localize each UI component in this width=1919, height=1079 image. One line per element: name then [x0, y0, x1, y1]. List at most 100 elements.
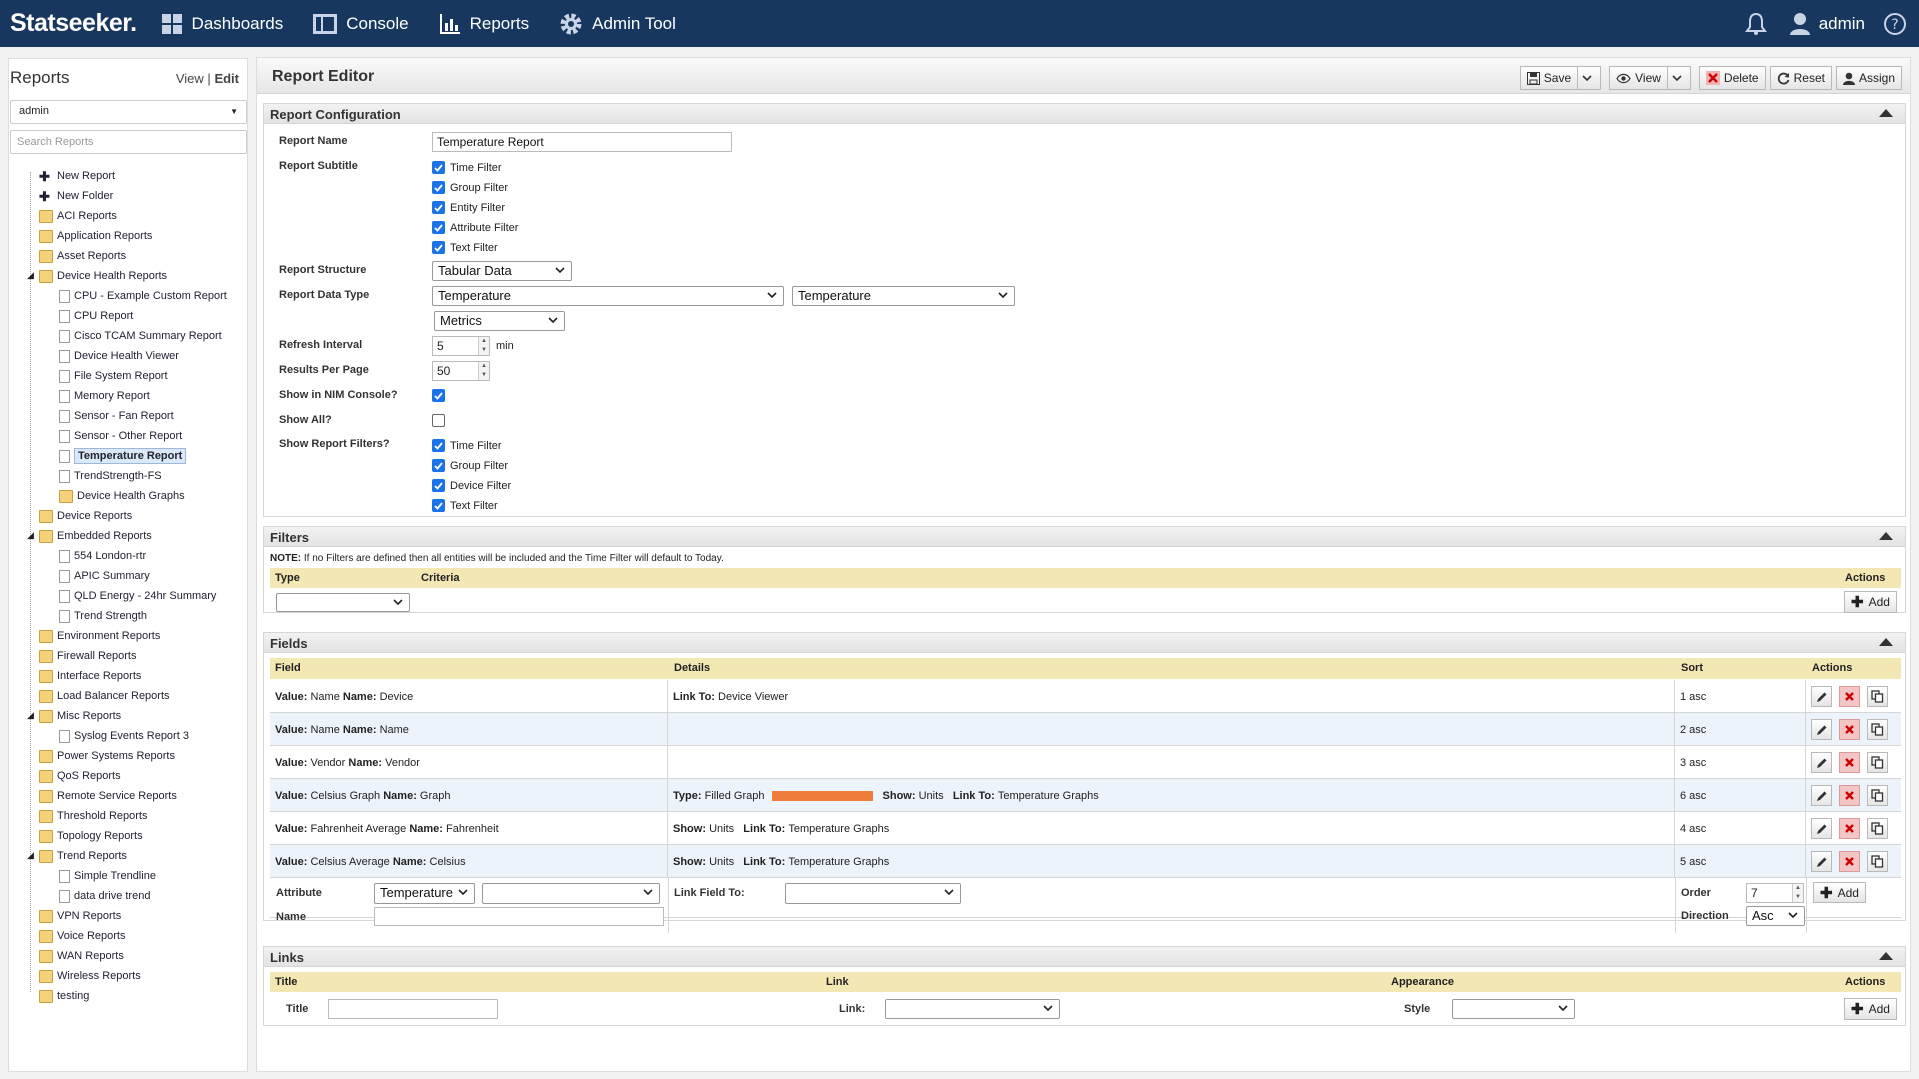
add-filter-button[interactable]: ✚ Add: [1844, 591, 1897, 613]
save-button[interactable]: Save: [1519, 66, 1579, 90]
filter-checkbox[interactable]: Text Filter: [432, 241, 498, 254]
tree-folder[interactable]: ◢ Misc Reports: [27, 706, 247, 726]
report-structure-select[interactable]: Tabular Data: [432, 261, 572, 281]
filter-checkbox[interactable]: Text Filter: [432, 499, 498, 512]
tree-action[interactable]: ✚ New Report: [27, 166, 247, 186]
tree-report[interactable]: Cisco TCAM Summary Report: [27, 326, 247, 346]
data-type-select-2[interactable]: Temperature: [792, 286, 1015, 306]
field-name-input[interactable]: [374, 907, 664, 926]
style-select[interactable]: [1452, 999, 1575, 1019]
copy-button[interactable]: [1867, 818, 1888, 839]
user-select[interactable]: admin ▼: [10, 100, 247, 124]
delete-field-button[interactable]: [1839, 686, 1860, 707]
tree-folder[interactable]: Asset Reports: [27, 246, 247, 266]
attribute-select[interactable]: Temperature: [374, 883, 475, 904]
delete-button[interactable]: Delete: [1698, 66, 1766, 90]
user-menu[interactable]: admin: [1789, 12, 1865, 36]
add-link-button[interactable]: ✚ Add: [1844, 998, 1897, 1020]
tree-folder[interactable]: Threshold Reports: [27, 806, 247, 826]
tree-report[interactable]: Syslog Events Report 3: [27, 726, 247, 746]
data-type-select-1[interactable]: Temperature: [432, 286, 784, 306]
tree-report[interactable]: Simple Trendline: [27, 866, 247, 886]
brand-logo[interactable]: Statseeker.: [10, 9, 137, 38]
tree-folder[interactable]: Power Systems Reports: [27, 746, 247, 766]
stepper-arrows-icon[interactable]: ▲ ▼: [1792, 884, 1803, 902]
collapse-triangle-icon[interactable]: [1879, 638, 1893, 646]
filter-checkbox[interactable]: Group Filter: [432, 181, 508, 194]
edit-button[interactable]: [1811, 818, 1832, 839]
tree-folder[interactable]: Interface Reports: [27, 666, 247, 686]
attribute-subselect[interactable]: [482, 883, 660, 904]
show-all-checkbox[interactable]: [432, 414, 450, 427]
stepper-arrows-icon[interactable]: ▲ ▼: [478, 362, 489, 380]
filter-type-select[interactable]: [276, 593, 410, 612]
collapse-triangle-icon[interactable]: [1879, 532, 1893, 540]
edit-button[interactable]: [1811, 752, 1832, 773]
direction-select[interactable]: Asc: [1746, 906, 1805, 926]
assign-button[interactable]: Assign: [1835, 66, 1902, 90]
delete-field-button[interactable]: [1839, 851, 1860, 872]
collapse-triangle-icon[interactable]: [1879, 952, 1893, 960]
tree-folder[interactable]: Topology Reports: [27, 826, 247, 846]
delete-field-button[interactable]: [1839, 719, 1860, 740]
tree-report[interactable]: CPU Report: [27, 306, 247, 326]
filter-checkbox[interactable]: Device Filter: [432, 479, 511, 492]
tree-report[interactable]: 554 London-rtr: [27, 546, 247, 566]
copy-button[interactable]: [1867, 785, 1888, 806]
tree-folder[interactable]: ◢ Trend Reports: [27, 846, 247, 866]
edit-button[interactable]: [1811, 785, 1832, 806]
tree-folder[interactable]: Firewall Reports: [27, 646, 247, 666]
edit-button[interactable]: [1811, 851, 1832, 872]
save-dropdown-button[interactable]: [1578, 66, 1602, 90]
tree-folder[interactable]: QoS Reports: [27, 766, 247, 786]
nav-admin-tool[interactable]: Admin Tool: [559, 12, 676, 36]
view-dropdown-button[interactable]: [1667, 66, 1691, 90]
nav-reports[interactable]: Reports: [439, 13, 529, 35]
edit-button[interactable]: [1811, 686, 1832, 707]
edit-button[interactable]: [1811, 719, 1832, 740]
tree-folder[interactable]: ACI Reports: [27, 206, 247, 226]
nav-dashboards[interactable]: Dashboards: [161, 13, 283, 35]
tree-folder[interactable]: Voice Reports: [27, 926, 247, 946]
tree-report[interactable]: Device Health Viewer: [27, 346, 247, 366]
collapse-triangle-icon[interactable]: [1879, 109, 1893, 117]
edit-link[interactable]: Edit: [214, 71, 239, 86]
tree-action[interactable]: ✚ New Folder: [27, 186, 247, 206]
tree-folder[interactable]: Environment Reports: [27, 626, 247, 646]
delete-field-button[interactable]: [1839, 818, 1860, 839]
tree-report[interactable]: Trend Strength: [27, 606, 247, 626]
tree-folder[interactable]: ◢ Embedded Reports: [27, 526, 247, 546]
link-field-select[interactable]: [785, 883, 961, 904]
results-per-page-stepper[interactable]: 50 ▲ ▼: [432, 361, 490, 381]
tree-folder[interactable]: Remote Service Reports: [27, 786, 247, 806]
tree-report[interactable]: Sensor - Fan Report: [27, 406, 247, 426]
tree-report[interactable]: data drive trend: [27, 886, 247, 906]
copy-button[interactable]: [1867, 752, 1888, 773]
refresh-interval-stepper[interactable]: 5 ▲ ▼: [432, 336, 490, 356]
tree-report[interactable]: QLD Energy - 24hr Summary: [27, 586, 247, 606]
tree-report[interactable]: CPU - Example Custom Report: [27, 286, 247, 306]
help-icon[interactable]: ?: [1883, 12, 1907, 36]
delete-field-button[interactable]: [1839, 785, 1860, 806]
reset-button[interactable]: Reset: [1769, 66, 1832, 90]
search-reports-input[interactable]: Search Reports: [10, 130, 247, 154]
stepper-arrows-icon[interactable]: ▲ ▼: [478, 337, 489, 355]
report-name-input[interactable]: Temperature Report: [432, 132, 732, 152]
view-link[interactable]: View: [176, 71, 204, 86]
expanded-arrow-icon[interactable]: ◢: [27, 850, 34, 861]
tree-report[interactable]: APIC Summary: [27, 566, 247, 586]
tree-folder[interactable]: VPN Reports: [27, 906, 247, 926]
data-type-select-3[interactable]: Metrics: [434, 311, 565, 331]
copy-button[interactable]: [1867, 851, 1888, 872]
link-title-input[interactable]: [328, 999, 498, 1019]
filter-checkbox[interactable]: Time Filter: [432, 161, 502, 174]
delete-field-button[interactable]: [1839, 752, 1860, 773]
tree-folder[interactable]: ◢ Device Health Reports: [27, 266, 247, 286]
tree-folder[interactable]: Application Reports: [27, 226, 247, 246]
tree-folder[interactable]: testing: [27, 986, 247, 1006]
link-select[interactable]: [885, 999, 1060, 1019]
tree-report[interactable]: Temperature Report: [27, 446, 247, 466]
tree-report[interactable]: TrendStrength-FS: [27, 466, 247, 486]
tree-folder[interactable]: Wireless Reports: [27, 966, 247, 986]
tree-folder[interactable]: Device Health Graphs: [27, 486, 247, 506]
